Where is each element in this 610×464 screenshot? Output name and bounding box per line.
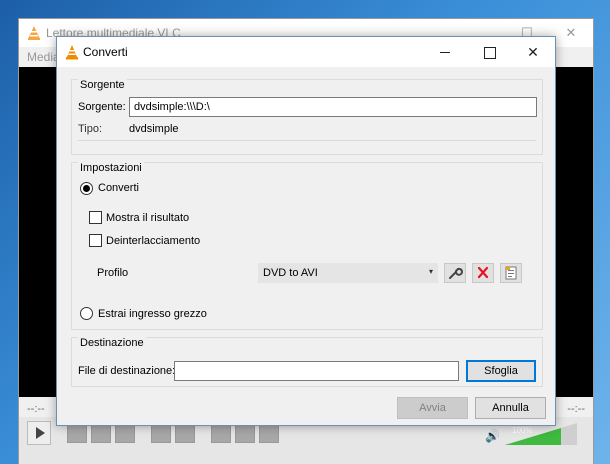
show-result-checkbox[interactable] [89,211,102,224]
destination-file-label: File di destinazione: [78,365,176,377]
dialog-title: Converti [83,45,128,59]
menu-media[interactable]: Media [27,50,60,64]
wrench-icon [449,267,463,279]
destination-group: Destinazione File di destinazione: Sfogl… [71,337,543,387]
next-icon[interactable] [115,423,135,443]
delete-profile-button[interactable] [472,263,494,283]
browse-button[interactable]: Sfoglia [466,360,536,382]
new-profile-icon [505,266,517,280]
separator [78,140,536,141]
type-label: Tipo: [78,123,103,135]
speaker-icon[interactable]: 🔊 [485,429,500,443]
new-profile-button[interactable] [500,263,522,283]
source-label: Sorgente: [78,101,126,113]
convert-radio-label: Converti [98,182,139,194]
total-time: --:-- [567,403,585,415]
deinterlace-label: Deinterlacciamento [106,235,201,247]
stop-icon[interactable] [91,423,111,443]
loop-icon[interactable] [235,423,255,443]
show-result-label: Mostra il risultato [106,212,190,224]
raw-input-radio[interactable] [80,307,93,320]
destination-file-input[interactable] [174,361,459,381]
source-input[interactable] [129,97,537,117]
destination-group-title: Destinazione [78,337,146,349]
convert-radio[interactable] [80,182,93,195]
raw-input-label: Estrai ingresso grezzo [98,308,207,320]
profile-dropdown-value: DVD to AVI [263,267,318,279]
maximize-icon[interactable] [467,37,511,67]
profile-label: Profilo [97,267,129,279]
volume-percent: 100% [512,426,533,435]
profile-dropdown[interactable]: DVD to AVI ▾ [258,263,438,283]
deinterlace-checkbox[interactable] [89,234,102,247]
start-button[interactable]: Avvia [397,397,468,419]
source-group: Sorgente Sorgente: Tipo: dvdsimple [71,79,543,155]
settings-group: Impostazioni Converti Mostra il risultat… [71,162,543,330]
convert-dialog: Converti ✕ Sorgente Sorgente: Tipo: dvds… [56,36,556,426]
cancel-button[interactable]: Annulla [475,397,546,419]
delete-x-icon [477,266,489,279]
vlc-cone-icon [28,26,40,40]
type-value: dvdsimple [129,123,179,135]
vlc-cone-icon [66,45,78,60]
previous-icon[interactable] [67,423,87,443]
extended-settings-icon[interactable] [175,423,195,443]
close-icon[interactable]: ✕ [511,37,555,67]
minimize-icon[interactable] [423,37,467,67]
fullscreen-icon[interactable] [151,423,171,443]
playlist-icon[interactable] [211,423,231,443]
dialog-titlebar: Converti ✕ [57,37,555,67]
shuffle-icon[interactable] [259,423,279,443]
vlc-close-icon[interactable]: ✕ [561,23,581,43]
chevron-down-icon: ▾ [428,267,433,276]
source-group-title: Sorgente [78,79,127,91]
settings-group-title: Impostazioni [78,162,144,174]
play-button[interactable] [27,421,51,445]
edit-profile-button[interactable] [444,263,466,283]
elapsed-time: --:-- [27,403,45,415]
